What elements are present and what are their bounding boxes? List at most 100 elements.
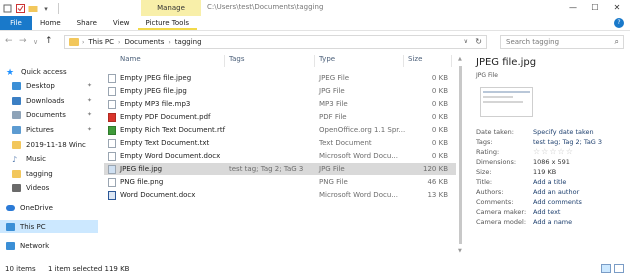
search-input[interactable]: Search tagging ⌕ bbox=[500, 35, 624, 49]
file-row[interactable]: Empty PDF Document.pdf PDF File 0 KB bbox=[104, 111, 456, 123]
folder-icon bbox=[12, 140, 21, 149]
sidebar-item-quick-access[interactable]: ★ Quick access bbox=[6, 65, 104, 78]
sidebar-item-desktop[interactable]: Desktop ✦ bbox=[12, 79, 98, 92]
ribbon-divider bbox=[0, 30, 630, 31]
file-tags: test tag; Tag 2; TaG 3 bbox=[229, 165, 304, 173]
properties-icon[interactable] bbox=[2, 4, 12, 14]
back-button[interactable]: ← bbox=[5, 36, 13, 46]
file-type: PDF File bbox=[319, 113, 347, 121]
recent-locations-button[interactable]: ∨ bbox=[33, 38, 38, 46]
tab-picture-tools[interactable]: Picture Tools bbox=[137, 16, 198, 30]
column-header-tags[interactable]: Tags bbox=[229, 55, 245, 67]
scroll-up-icon[interactable]: ▲ bbox=[458, 56, 462, 62]
help-button[interactable]: ? bbox=[614, 18, 624, 28]
file-icon bbox=[108, 74, 116, 83]
column-divider[interactable] bbox=[224, 55, 225, 67]
prop-value[interactable]: Add an author bbox=[533, 188, 579, 196]
scroll-down-icon[interactable]: ▼ bbox=[458, 248, 462, 254]
file-row[interactable]: Word Document.docx Microsoft Word Docu..… bbox=[104, 189, 456, 201]
sidebar-item-videos[interactable]: Videos bbox=[12, 181, 98, 194]
prop-camera-maker: Camera maker: Add text bbox=[476, 208, 626, 217]
column-divider[interactable] bbox=[314, 55, 315, 67]
sidebar-item-label: Downloads bbox=[26, 96, 65, 105]
file-row[interactable]: Empty Text Document.txt Text Document 0 … bbox=[104, 137, 456, 149]
sidebar-item-music[interactable]: ♪ Music bbox=[12, 152, 98, 165]
file-row[interactable]: Empty Word Document.docx Microsoft Word … bbox=[104, 150, 456, 162]
file-name: Word Document.docx bbox=[120, 191, 196, 199]
view-switcher bbox=[598, 264, 624, 273]
refresh-icon[interactable]: ↻ bbox=[475, 37, 482, 46]
prop-value[interactable]: Add a title bbox=[533, 178, 566, 186]
sidebar-item-label: Network bbox=[20, 241, 50, 250]
file-list-scrollbar[interactable]: ▲ ▼ bbox=[458, 56, 464, 256]
minimize-button[interactable]: — bbox=[562, 0, 584, 16]
maximize-button[interactable]: ☐ bbox=[584, 0, 606, 16]
breadcrumb-tagging[interactable]: tagging bbox=[175, 38, 202, 46]
sidebar-item-onedrive[interactable]: OneDrive bbox=[6, 201, 98, 214]
prop-value[interactable]: Add text bbox=[533, 208, 560, 216]
prop-value[interactable]: Specify date taken bbox=[533, 128, 594, 136]
prop-label: Tags: bbox=[476, 138, 493, 146]
sidebar-item-label: tagging bbox=[26, 169, 53, 178]
scrollbar-thumb[interactable] bbox=[459, 66, 462, 244]
breadcrumb-this-pc[interactable]: This PC bbox=[88, 38, 114, 46]
prop-value[interactable]: test tag; Tag 2; TaG 3 bbox=[533, 138, 602, 146]
checkmark-icon[interactable] bbox=[15, 4, 25, 14]
file-row[interactable]: Empty MP3 file.mp3 MP3 File 0 KB bbox=[104, 98, 456, 110]
navigation-bar: ← → ∨ ↑ › This PC › Documents › tagging … bbox=[0, 34, 630, 50]
prop-value: 1086 x 591 bbox=[533, 158, 570, 166]
sidebar-item-documents[interactable]: Documents ✦ bbox=[12, 108, 98, 121]
manage-context-tab[interactable]: Manage bbox=[141, 0, 201, 16]
sidebar-item-label: Documents bbox=[26, 110, 66, 119]
sidebar-item-downloads[interactable]: Downloads ✦ bbox=[12, 94, 98, 107]
large-icons-view-icon[interactable] bbox=[614, 264, 624, 273]
close-button[interactable]: ✕ bbox=[606, 0, 628, 16]
file-row-selected[interactable]: JPEG file.jpg test tag; Tag 2; TaG 3 JPG… bbox=[104, 163, 456, 175]
prop-value[interactable]: Add comments bbox=[533, 198, 582, 206]
file-size: 0 KB bbox=[431, 87, 448, 95]
column-header-size[interactable]: Size bbox=[408, 55, 422, 67]
pdf-icon bbox=[108, 113, 116, 122]
qat-dropdown-icon[interactable]: ▾ bbox=[41, 4, 51, 14]
prop-dimensions: Dimensions: 1086 x 591 bbox=[476, 158, 626, 167]
up-button[interactable]: ↑ bbox=[45, 36, 53, 46]
column-divider[interactable] bbox=[451, 55, 452, 67]
sidebar-item-tagging[interactable]: tagging bbox=[12, 167, 98, 180]
tab-home[interactable]: Home bbox=[32, 16, 69, 30]
star-icon: ★ bbox=[6, 67, 15, 78]
sidebar-item-pictures[interactable]: Pictures ✦ bbox=[12, 123, 98, 136]
address-bar[interactable]: › This PC › Documents › tagging ∨ ↻ bbox=[64, 35, 487, 49]
search-placeholder: Search tagging bbox=[506, 38, 560, 46]
column-header-name[interactable]: Name bbox=[120, 55, 141, 67]
qat-separator bbox=[58, 3, 59, 14]
file-size: 0 KB bbox=[431, 74, 448, 82]
file-row[interactable]: Empty JPEG file.jpeg JPEG File 0 KB bbox=[104, 72, 456, 84]
column-divider[interactable] bbox=[403, 55, 404, 67]
prop-value[interactable]: Add a name bbox=[533, 218, 572, 226]
search-icon: ⌕ bbox=[614, 37, 619, 46]
tab-view[interactable]: View bbox=[105, 16, 138, 30]
details-view-icon[interactable] bbox=[601, 264, 611, 273]
file-row[interactable]: PNG file.png PNG File 46 KB bbox=[104, 176, 456, 188]
forward-button[interactable]: → bbox=[19, 36, 27, 46]
details-title: JPEG file.jpg bbox=[476, 57, 537, 68]
file-type: JPG File bbox=[319, 165, 345, 173]
breadcrumb-documents[interactable]: Documents bbox=[124, 38, 164, 46]
item-count: 10 items bbox=[5, 265, 36, 273]
file-row[interactable]: Empty JPEG file.jpg JPG File 0 KB bbox=[104, 85, 456, 97]
tab-file[interactable]: File bbox=[0, 16, 32, 30]
file-row[interactable]: Empty Rich Text Document.rtf OpenOffice.… bbox=[104, 124, 456, 136]
new-folder-icon[interactable] bbox=[28, 4, 38, 14]
rating-stars-icon[interactable]: ☆☆☆☆☆ bbox=[533, 147, 574, 156]
tab-share[interactable]: Share bbox=[69, 16, 105, 30]
column-header-type[interactable]: Type bbox=[319, 55, 335, 67]
sidebar-item-network[interactable]: Network bbox=[6, 239, 98, 252]
prop-label: Camera maker: bbox=[476, 208, 527, 216]
folder-icon bbox=[69, 38, 79, 46]
file-size: 13 KB bbox=[427, 191, 448, 199]
sidebar-item-2019-folder[interactable]: 2019-11-18 Winc bbox=[12, 138, 98, 151]
file-name: Empty MP3 file.mp3 bbox=[120, 100, 191, 108]
address-dropdown-icon[interactable]: ∨ bbox=[464, 38, 468, 45]
pictures-icon bbox=[12, 125, 21, 134]
sidebar-item-this-pc[interactable]: This PC bbox=[0, 220, 98, 233]
